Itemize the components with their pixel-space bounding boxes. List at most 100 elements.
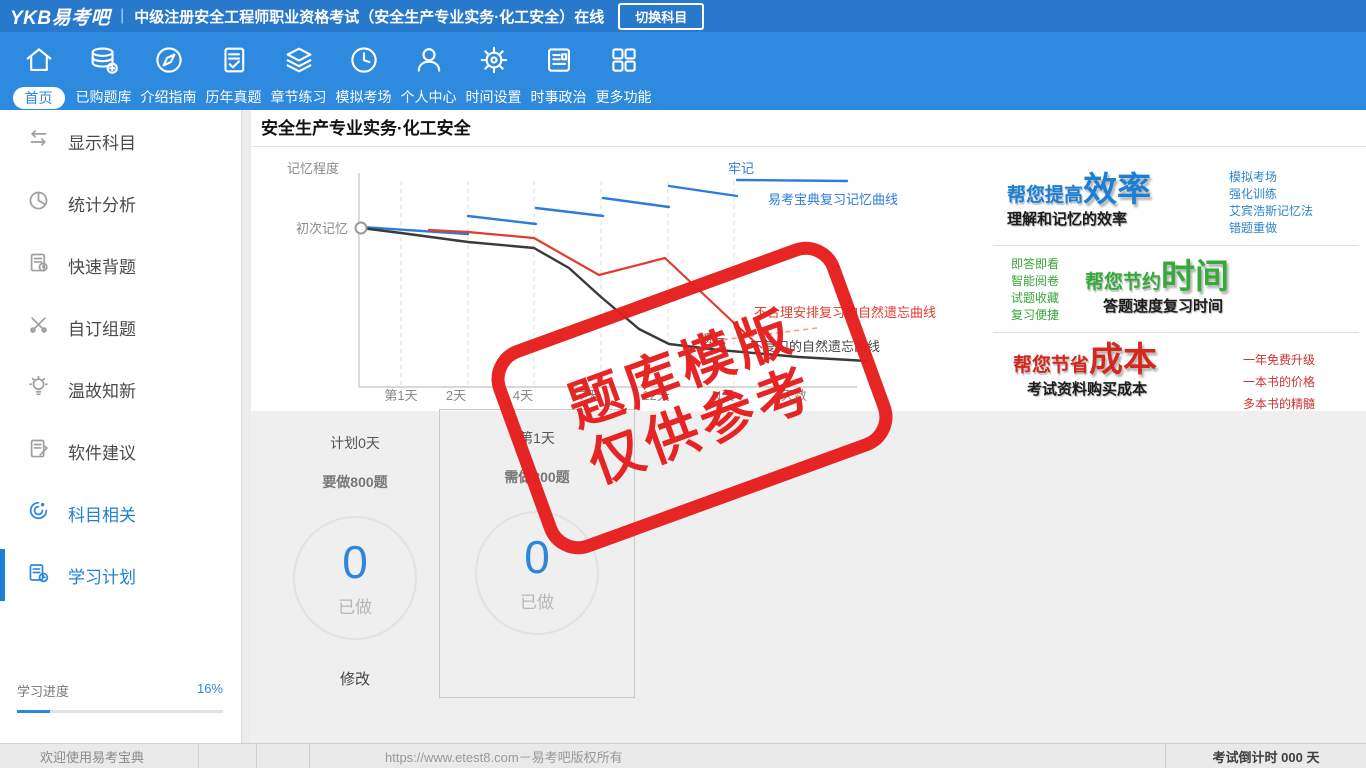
promo-feature: 试题收藏 — [1011, 291, 1060, 305]
sidebar-item-review[interactable]: 温故知新 — [0, 358, 241, 420]
plan-card-total: 计划0天 要做800题 0 已做 修改 — [265, 415, 445, 689]
progress-value: 16% — [196, 681, 223, 696]
sidebar-item-quick-memorize[interactable]: 快速背题 — [0, 234, 241, 296]
chapter-practice-icon — [282, 43, 316, 82]
sidebar-item-study-plan[interactable]: 学习计划 — [0, 544, 241, 606]
content-row: 显示科目 统计分析 快速背题 自订组题 温故知新 软件建议 科目相关 学习计划 … — [0, 110, 1366, 743]
plan-days: 计划0天 — [330, 435, 380, 451]
nav-item-mock-exam[interactable]: 模拟考场 — [331, 32, 396, 110]
progress-bar-fill — [17, 710, 50, 713]
sidebar-item-statistics[interactable]: 统计分析 — [0, 172, 241, 234]
done-count-label: 已做 — [520, 592, 554, 612]
nav-item-chapter-practice[interactable]: 章节练习 — [266, 32, 331, 110]
memory-curve-chart: 第1天 2天 4天 7天 12天 N天 天数 记忆程度初次记忆 牢记易考宝典复习记忆曲线不合理安… — [287, 161, 936, 403]
nav-item-current-affairs[interactable]: 时事政治 — [526, 32, 591, 110]
promo-heading-big: 成本 — [1089, 341, 1158, 379]
swap-icon — [27, 127, 50, 155]
promo-heading-big: 效率 — [1083, 171, 1152, 209]
done-count-circle: 0 已做 — [475, 511, 599, 635]
svg-text:遗忘: 遗忘 — [700, 332, 726, 347]
sidebar-item-label: 显示科目 — [68, 133, 136, 153]
sidebar-item-label: 统计分析 — [68, 195, 136, 215]
study-progress: 学习进度 16% — [17, 681, 223, 713]
sidebar-item-label: 科目相关 — [68, 505, 136, 525]
nav-label: 历年真题 — [205, 89, 262, 105]
more-grid-icon — [607, 43, 641, 82]
nav-item-guide[interactable]: 介绍指南 — [136, 32, 201, 110]
time-settings-gear-icon — [477, 43, 511, 82]
main-panel: 安全生产专业实务·化工安全 第1天 2天 4天 7天 12天 N天 天数 记忆程度 初次记忆 牢记… — [251, 110, 1366, 743]
nav-item-time-settings[interactable]: 时间设置 — [461, 32, 526, 110]
svg-text:N天: N天 — [712, 388, 734, 403]
nav-label: 首页 — [12, 87, 65, 109]
svg-text:牢记: 牢记 — [728, 161, 754, 176]
promo-heading-prefix: 帮您节省 — [1013, 355, 1090, 376]
page-title: 安全生产专业实务·化工安全 — [251, 110, 1366, 147]
done-count: 0 — [342, 535, 368, 588]
svg-text:4天: 4天 — [513, 388, 533, 403]
promo-feature: 一年免费升级 — [1242, 353, 1315, 367]
plan-day: 第1天 — [519, 430, 555, 446]
promo-heading-big: 时间 — [1161, 258, 1230, 296]
promo-feature: 强化训练 — [1228, 187, 1277, 201]
modify-plan-button[interactable]: 修改 — [340, 668, 370, 689]
svg-text:不合理安排复习的自然遗忘曲线: 不合理安排复习的自然遗忘曲线 — [754, 305, 936, 320]
promo-panel: 帮您提高 效率 理解和记忆的效率 模拟考场 强化训练 艾宾浩斯记忆法 错题重做 — [991, 147, 1359, 411]
exam-title: 中级注册安全工程师职业资格考试（安全生产专业实务·化工安全）在线 — [134, 8, 605, 26]
review-bulb-icon — [27, 375, 50, 403]
sidebar: 显示科目 统计分析 快速背题 自订组题 温故知新 软件建议 科目相关 学习计划 … — [0, 110, 242, 743]
topbar-divider: | — [120, 7, 125, 24]
sidebar-item-software-suggest[interactable]: 软件建议 — [0, 420, 241, 482]
subject-related-icon — [27, 499, 50, 527]
sidebar-item-label: 软件建议 — [68, 443, 136, 463]
svg-text:不复习的自然遗忘曲线: 不复习的自然遗忘曲线 — [750, 339, 880, 354]
svg-text:初次记忆: 初次记忆 — [296, 221, 348, 236]
svg-text:12天: 12天 — [642, 388, 669, 403]
nav-label: 已购题库 — [75, 89, 132, 105]
promo-feature: 一本书的价格 — [1242, 375, 1315, 389]
sidebar-item-label: 自订组题 — [68, 319, 136, 339]
nav-label: 模拟考场 — [335, 89, 392, 105]
promo-subtitle: 答题速度复习时间 — [1103, 298, 1224, 315]
promo-feature: 多本书的精髓 — [1242, 397, 1315, 411]
promo-feature: 复习便捷 — [1011, 308, 1060, 322]
mock-exam-clock-icon — [347, 43, 381, 82]
promo-row-time: 即答即看 智能阅卷 试题收藏 复习便捷 帮您节约 时间 答题速度复习时间 — [993, 246, 1359, 333]
study-plan-icon — [27, 561, 50, 589]
plan-questions: 要做800题 — [322, 474, 388, 490]
svg-text:天数: 天数 — [781, 388, 807, 403]
promo-feature-list: 一年免费升级 一本书的价格 多本书的精髓 — [1243, 349, 1315, 411]
past-papers-icon — [217, 43, 251, 82]
sidebar-item-subject-related[interactable]: 科目相关 — [0, 482, 241, 544]
switch-subject-button[interactable]: 切换科目 — [618, 2, 705, 30]
purchased-bank-icon — [87, 43, 121, 82]
nav-item-past-papers[interactable]: 历年真题 — [201, 32, 266, 110]
sidebar-item-show-subjects[interactable]: 显示科目 — [0, 110, 241, 172]
current-affairs-icon — [542, 43, 576, 82]
promo-heading-prefix: 帮您节约 — [1085, 272, 1162, 293]
promo-subtitle: 考试资料购买成本 — [1027, 381, 1148, 398]
promo-feature-list: 即答即看 智能阅卷 试题收藏 复习便捷 — [1011, 256, 1059, 324]
nav-item-home[interactable]: 首页 — [6, 32, 71, 110]
main-nav: 首页 已购题库 介绍指南 历年真题 章节练习 模拟考场 个人中心 时间设置 时事… — [0, 32, 1366, 110]
quick-memorize-icon — [27, 251, 50, 279]
nav-label: 更多功能 — [595, 89, 652, 105]
nav-item-user-center[interactable]: 个人中心 — [396, 32, 461, 110]
sidebar-item-custom-quiz[interactable]: 自订组题 — [0, 296, 241, 358]
chart-strip: 第1天 2天 4天 7天 12天 N天 天数 记忆程度 初次记忆 牢记 易考宝典复习记忆曲线 不合理安… — [251, 147, 1366, 411]
promo-feature-list: 模拟考场 强化训练 艾宾浩斯记忆法 错题重做 — [1229, 169, 1313, 237]
user-icon — [412, 43, 446, 82]
home-icon — [22, 43, 56, 82]
promo-feature: 艾宾浩斯记忆法 — [1228, 204, 1313, 218]
nav-item-purchased-bank[interactable]: 已购题库 — [71, 32, 136, 110]
topbar: YKB易考吧 | 中级注册安全工程师职业资格考试（安全生产专业实务·化工安全）在… — [0, 0, 1366, 32]
svg-text:2天: 2天 — [446, 388, 466, 403]
software-suggest-icon — [27, 437, 50, 465]
nav-item-more[interactable]: 更多功能 — [591, 32, 656, 110]
app-window: YKB易考吧 | 中级注册安全工程师职业资格考试（安全生产专业实务·化工安全）在… — [0, 0, 1366, 768]
sidebar-item-label: 快速背题 — [68, 257, 136, 277]
done-count: 0 — [524, 530, 550, 583]
copyright-text: https://www.etest8.com－易考吧版权所有 — [385, 749, 623, 765]
done-count-label: 已做 — [338, 597, 372, 617]
plan-area: 计划0天 要做800题 0 已做 修改 第1天 需做800题 0 已做 — [251, 409, 1366, 743]
